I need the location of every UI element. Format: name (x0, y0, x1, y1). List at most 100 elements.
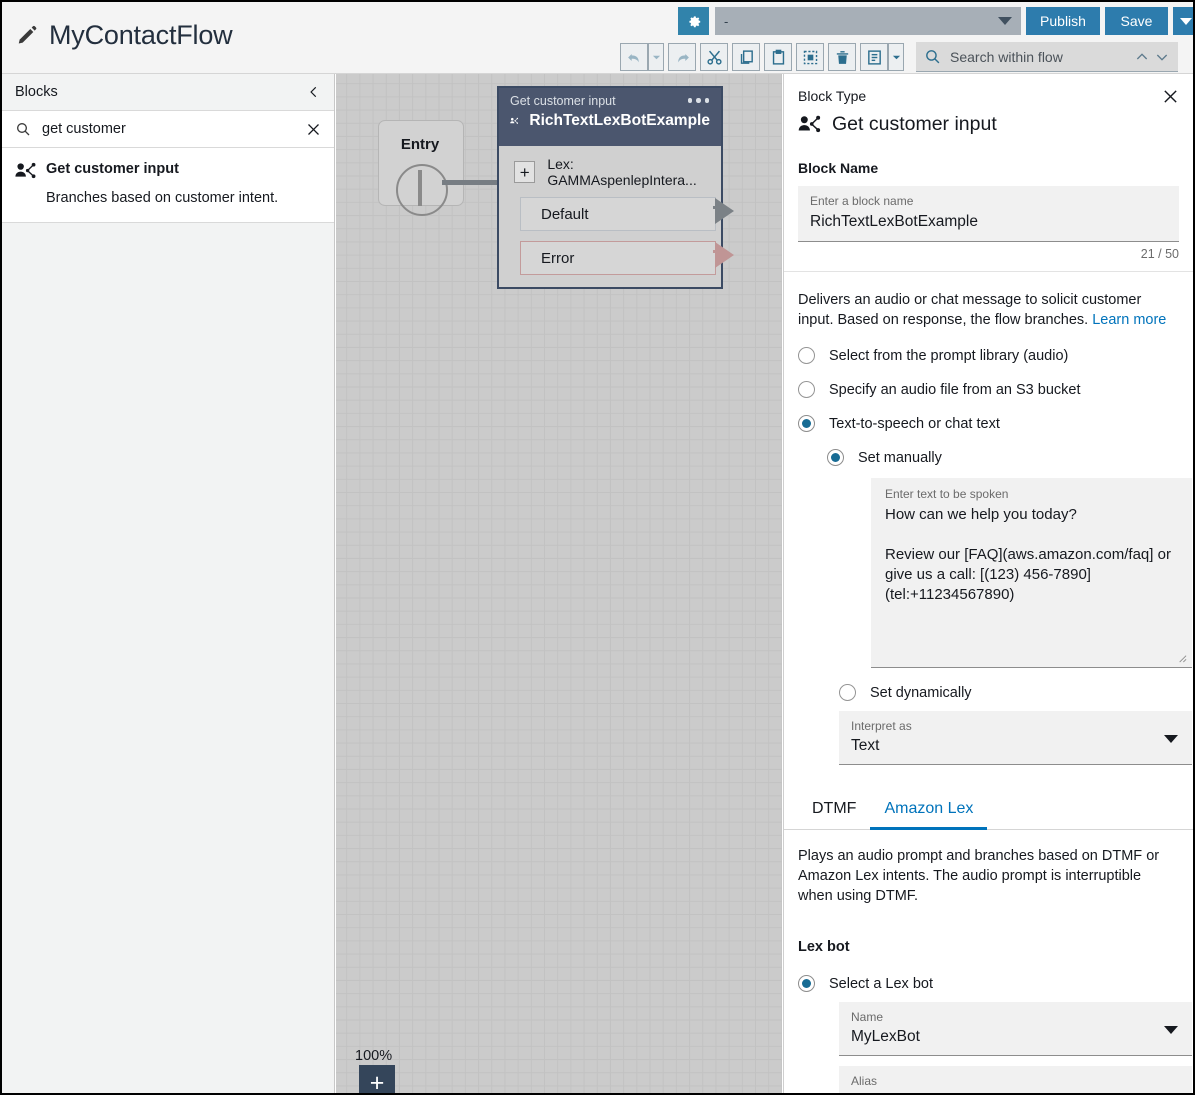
close-icon[interactable] (1162, 88, 1179, 105)
flow-node-lex-label: Lex: GAMMAspenlepIntera... (547, 156, 721, 188)
tab-dtmf[interactable]: DTMF (798, 791, 870, 829)
block-list-item-get-customer-input[interactable]: Get customer input (15, 160, 321, 181)
save-menu-button[interactable] (1173, 7, 1195, 35)
tab-amazon-lex[interactable]: Amazon Lex (870, 791, 987, 829)
lex-bot-alias-label: Alias (851, 1074, 1180, 1088)
marquee-select-icon (802, 49, 819, 66)
block-name-char-count: 21 / 50 (798, 247, 1179, 261)
trash-icon (834, 49, 851, 66)
plus-icon[interactable]: + (514, 161, 535, 183)
gear-icon (686, 13, 702, 29)
contact-flow-editor: MyContactFlow - Publish Save (0, 0, 1195, 1095)
search-within-flow[interactable]: Search within flow (916, 42, 1178, 72)
flow-title-group[interactable]: MyContactFlow (16, 20, 232, 51)
chevron-down-icon (892, 53, 901, 62)
flow-node-lex-row: + Lex: GAMMAspenlepIntera... (499, 146, 721, 188)
flow-title: MyContactFlow (49, 20, 232, 51)
select-all-button[interactable] (796, 43, 824, 71)
pencil-icon (16, 25, 38, 47)
top-actions-row: - Publish Save (678, 7, 1195, 35)
block-type-name: Get customer input (832, 113, 997, 136)
interpret-as-select[interactable]: Interpret as Text (839, 711, 1192, 765)
branch-error-arrow-icon[interactable] (715, 242, 734, 268)
spoken-text-label: Enter text to be spoken (885, 487, 1178, 501)
zoom-in-button[interactable]: + (359, 1065, 395, 1093)
radio-set-manually[interactable]: Set manually (827, 449, 1179, 466)
lex-bot-alias-field[interactable]: Alias $LATEST (839, 1066, 1192, 1093)
clipboard-icon (770, 49, 787, 66)
undo-menu-button[interactable] (648, 43, 664, 71)
block-name-input[interactable]: Enter a block name RichTextLexBotExample (798, 186, 1179, 242)
panel-body: Delivers an audio or chat message to sol… (784, 290, 1193, 765)
branch-default-arrow-icon[interactable] (715, 198, 734, 224)
flow-node-name: RichTextLexBotExample (529, 112, 710, 130)
cut-button[interactable] (700, 43, 728, 71)
chevron-up-icon[interactable] (1134, 49, 1150, 65)
scissors-icon (706, 49, 723, 66)
radio-prompt-library[interactable]: Select from the prompt library (audio) (798, 347, 1179, 364)
paste-button[interactable] (764, 43, 792, 71)
search-within-flow-placeholder: Search within flow (950, 49, 1130, 65)
lex-bot-heading: Lex bot (798, 939, 1179, 955)
flow-canvas[interactable]: Entry Get customer input (336, 74, 782, 1093)
chevron-left-icon[interactable] (307, 84, 321, 100)
zoom-level-label: 100% (355, 1048, 392, 1064)
chevron-down-icon[interactable] (1154, 49, 1170, 65)
radio-text-to-speech[interactable]: Text-to-speech or chat text (798, 415, 1179, 432)
panel-description: Delivers an audio or chat message to sol… (798, 290, 1179, 330)
chevron-down-icon (998, 17, 1012, 25)
block-name-placeholder: Enter a block name (810, 194, 1167, 208)
notes-button[interactable] (860, 43, 888, 71)
notes-menu-button[interactable] (888, 43, 904, 71)
flow-node-branch-default[interactable]: Default (520, 197, 716, 231)
flow-node-branch-error[interactable]: Error (520, 241, 716, 275)
edit-toolbar: Search within flow (620, 42, 1178, 72)
lex-bot-name-select[interactable]: Name MyLexBot (839, 1002, 1192, 1056)
contact-attribute-select[interactable]: - (715, 7, 1021, 35)
blocks-sidebar-header: Blocks (2, 74, 334, 111)
close-icon[interactable] (306, 122, 321, 137)
radio-indicator-selected (798, 415, 815, 432)
block-name-label: Block Name (798, 160, 1179, 176)
top-bar-right: - Publish Save (678, 2, 1193, 74)
radio-s3-audio-label: Specify an audio file from an S3 bucket (829, 382, 1080, 398)
publish-button[interactable]: Publish (1026, 7, 1100, 35)
radio-indicator-selected (827, 449, 844, 466)
radio-indicator (798, 381, 815, 398)
block-settings-panel: Block Type Get customer input Block Name… (783, 74, 1193, 1093)
blocks-search-value: get customer (42, 121, 306, 137)
panel-description-text: Delivers an audio or chat message to sol… (798, 292, 1141, 328)
tab-description: Plays an audio prompt and branches based… (798, 846, 1179, 906)
undo-button[interactable] (620, 43, 648, 71)
get-customer-input-icon (798, 115, 821, 134)
get-customer-input-icon (510, 112, 518, 130)
chevron-down-icon (1180, 18, 1192, 25)
blocks-sidebar: Blocks get customer Get customer (2, 74, 335, 1093)
learn-more-link[interactable]: Learn more (1092, 312, 1166, 328)
delete-button[interactable] (828, 43, 856, 71)
radio-prompt-library-label: Select from the prompt library (audio) (829, 348, 1068, 364)
more-dots-icon[interactable] (688, 98, 710, 103)
flow-node-get-customer-input[interactable]: Get customer input RichTextLexBotExample (497, 86, 723, 289)
flow-node-header: Get customer input RichTextLexBotExample (499, 88, 721, 146)
lex-bot-alias-value: $LATEST (851, 1092, 1180, 1093)
radio-s3-audio[interactable]: Specify an audio file from an S3 bucket (798, 381, 1179, 398)
radio-indicator (839, 684, 856, 701)
resize-grip-icon[interactable] (1176, 652, 1187, 663)
interpret-as-value: Text (851, 737, 1180, 755)
block-list-item-title: Get customer input (46, 160, 179, 178)
blocks-search-field[interactable]: get customer (2, 111, 334, 148)
contact-attribute-value: - (724, 14, 728, 29)
blocks-title: Blocks (15, 84, 58, 100)
block-type-label: Block Type (798, 88, 1179, 104)
radio-set-dynamically[interactable]: Set dynamically (839, 684, 1179, 701)
copy-button[interactable] (732, 43, 760, 71)
save-button[interactable]: Save (1105, 7, 1168, 35)
entry-node-port (396, 164, 448, 216)
chevron-down-icon (652, 53, 661, 62)
radio-select-lex-bot[interactable]: Select a Lex bot (798, 975, 1179, 992)
radio-set-manually-label: Set manually (858, 450, 942, 466)
redo-button[interactable] (668, 43, 696, 71)
spoken-text-textarea[interactable]: Enter text to be spoken How can we help … (871, 478, 1192, 668)
gear-button[interactable] (678, 7, 709, 35)
